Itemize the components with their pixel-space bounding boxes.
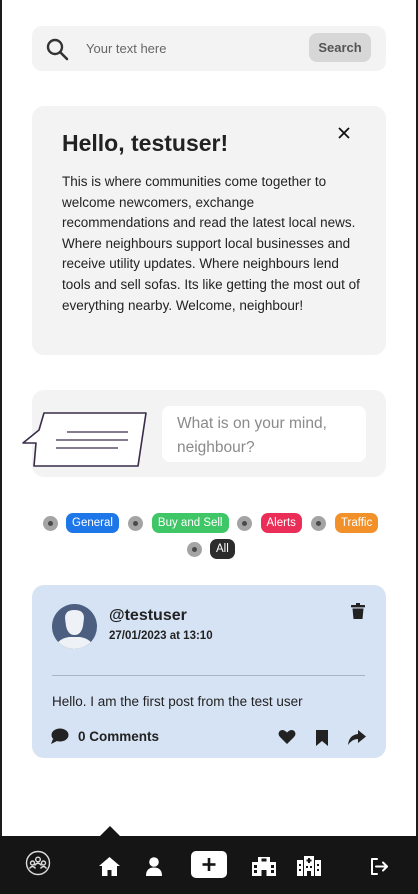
filter-chip-buy-and-sell[interactable]: Buy and Sell [151,513,229,533]
bookmark-icon[interactable] [316,730,328,751]
logout-icon[interactable] [370,858,390,880]
filter-radio-alerts[interactable] [236,515,252,531]
filter-chip-alerts[interactable]: Alerts [260,513,302,533]
search-icon[interactable] [45,37,69,66]
profile-icon[interactable] [146,857,162,881]
close-icon[interactable] [337,126,353,142]
comments-count: 0 Comments [78,728,160,744]
search-bar: Search [32,26,386,71]
trash-icon[interactable] [351,603,365,624]
share-icon[interactable] [348,730,366,750]
comments-button[interactable]: 0 Comments [51,728,159,744]
post-card: @testuser 27/01/2023 at 13:10 Hello. I a… [32,585,386,758]
community-icon[interactable] [25,850,51,881]
welcome-text: This is where communities come together … [62,174,360,313]
post-body: Hello. I am the first post from the test… [52,694,303,709]
filter-row-1: General Buy and Sell Alerts Traffic [43,513,379,533]
bottom-nav [0,836,418,894]
search-input[interactable] [86,36,326,60]
filter-radio-all[interactable] [187,541,202,557]
post-username[interactable]: @testuser [109,607,187,625]
post-divider [52,675,365,676]
filter-radio-buy-and-sell[interactable] [127,515,143,531]
filter-row-2: All [187,539,235,559]
create-post-button[interactable] [191,851,227,878]
avatar[interactable] [52,604,97,649]
chat-bubble-icon [22,410,148,473]
home-icon[interactable] [99,857,120,881]
filter-chip-traffic[interactable]: Traffic [334,513,379,533]
filter-chip-general[interactable]: General [66,513,119,533]
welcome-card: Hello, testuser! This is where communiti… [32,106,386,355]
services-icon[interactable] [297,856,321,881]
welcome-title: Hello, testuser! [62,130,229,156]
filter-chip-all[interactable]: All [210,539,235,559]
comment-icon [51,728,69,744]
businesses-icon[interactable] [252,857,276,881]
filter-radio-general[interactable] [43,515,58,531]
filter-radio-traffic[interactable] [310,515,326,531]
search-button[interactable]: Search [309,33,371,62]
post-timestamp: 27/01/2023 at 13:10 [109,630,213,642]
create-post-icon [202,858,216,871]
composer-input[interactable]: What is on your mind, neighbour? [162,406,366,462]
heart-icon[interactable] [278,729,296,750]
